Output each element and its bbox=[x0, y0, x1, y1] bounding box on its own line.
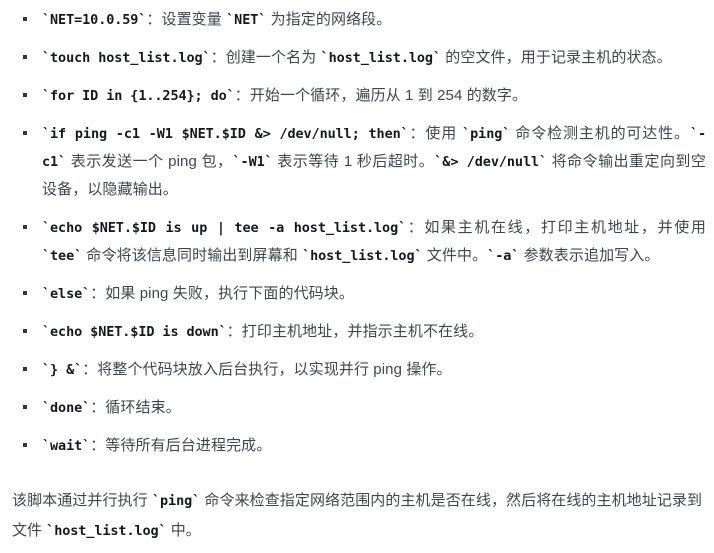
item-text: ：如果主机在线，打印主机地址，并使用 bbox=[406, 219, 706, 236]
inline-code: `-a` bbox=[487, 248, 520, 264]
inline-code: `if ping -c1 -W1 $NET.$ID &> /dev/null; … bbox=[42, 126, 409, 142]
inline-code: `&> /dev/null` bbox=[434, 154, 548, 170]
inline-code: `wait` bbox=[42, 438, 91, 454]
item-text: 表示发送一个 ping 包， bbox=[66, 153, 233, 170]
inline-code: `host_list.log` bbox=[302, 248, 423, 264]
inline-code: `done` bbox=[42, 400, 91, 416]
list-item: `for ID in {1..254}; do`：开始一个循环，遍历从 1 到 … bbox=[10, 82, 706, 110]
script-explanation-list: `NET=10.0.59`：设置变量 `NET` 为指定的网络段。 `touch… bbox=[10, 6, 706, 460]
document-body: `NET=10.0.59`：设置变量 `NET` 为指定的网络段。 `touch… bbox=[0, 0, 714, 546]
item-text: ：将整个代码块放入后台执行，以实现并行 ping 操作。 bbox=[82, 361, 452, 378]
list-item: `else`：如果 ping 失败，执行下面的代码块。 bbox=[10, 280, 706, 308]
inline-code: `ping` bbox=[151, 493, 201, 509]
inline-code: `for ID in {1..254}; do` bbox=[42, 88, 235, 104]
item-text: ：使用 bbox=[408, 125, 463, 142]
inline-code: `NET=10.0.59` bbox=[42, 12, 147, 28]
list-item: `if ping -c1 -W1 $NET.$ID &> /dev/null; … bbox=[10, 120, 706, 204]
item-text: 文件中。 bbox=[422, 247, 488, 264]
inline-code: `echo $NET.$ID is down` bbox=[42, 324, 227, 340]
summary-text: 该脚本通过并行执行 bbox=[12, 492, 152, 509]
item-text: 命令检测主机的可达性。 bbox=[510, 125, 690, 142]
inline-code: `host_list.log` bbox=[46, 523, 167, 539]
item-text: 命令将该信息同时输出到屏幕和 bbox=[82, 247, 303, 264]
item-text: 为指定的网络段。 bbox=[266, 11, 392, 28]
item-text: 参数表示追加写入。 bbox=[519, 247, 660, 264]
inline-code: `host_list.log` bbox=[320, 50, 442, 66]
item-text: ：设置变量 bbox=[146, 11, 227, 28]
inline-code: `ping` bbox=[462, 126, 511, 142]
list-item: `touch host_list.log`：创建一个名为 `host_list.… bbox=[10, 44, 706, 72]
list-item: `} &`：将整个代码块放入后台执行，以实现并行 ping 操作。 bbox=[10, 356, 706, 384]
summary-paragraph: 该脚本通过并行执行 `ping` 命令来检查指定网络范围内的主机是否在线，然后将… bbox=[10, 486, 706, 546]
inline-code: `} &` bbox=[42, 362, 83, 378]
item-text: ：创建一个名为 bbox=[210, 49, 321, 66]
list-item: `echo $NET.$ID is up | tee -a host_list.… bbox=[10, 214, 706, 270]
inline-code: `else` bbox=[42, 286, 91, 302]
list-item: `wait`：等待所有后台进程完成。 bbox=[10, 432, 706, 460]
inline-code: `-W1` bbox=[232, 154, 273, 170]
item-text: ：循环结束。 bbox=[90, 399, 181, 416]
item-text: 表示等待 1 秒后超时。 bbox=[272, 153, 435, 170]
inline-code: `tee` bbox=[42, 248, 83, 264]
item-text: ：打印主机地址，并指示主机不在线。 bbox=[226, 323, 484, 340]
list-item: `echo $NET.$ID is down`：打印主机地址，并指示主机不在线。 bbox=[10, 318, 706, 346]
list-item: `NET=10.0.59`：设置变量 `NET` 为指定的网络段。 bbox=[10, 6, 706, 34]
inline-code: `NET` bbox=[226, 12, 267, 28]
list-item: `done`：循环结束。 bbox=[10, 394, 706, 422]
item-text: ：等待所有后台进程完成。 bbox=[90, 437, 272, 454]
inline-code: `touch host_list.log` bbox=[42, 50, 211, 66]
inline-code: `echo $NET.$ID is up | tee -a host_list.… bbox=[42, 220, 407, 236]
item-text: ：开始一个循环，遍历从 1 到 254 的数字。 bbox=[234, 87, 528, 104]
item-text: ：如果 ping 失败，执行下面的代码块。 bbox=[90, 285, 354, 302]
summary-text: 中。 bbox=[166, 522, 201, 539]
item-text: 的空文件，用于记录主机的状态。 bbox=[440, 49, 672, 66]
